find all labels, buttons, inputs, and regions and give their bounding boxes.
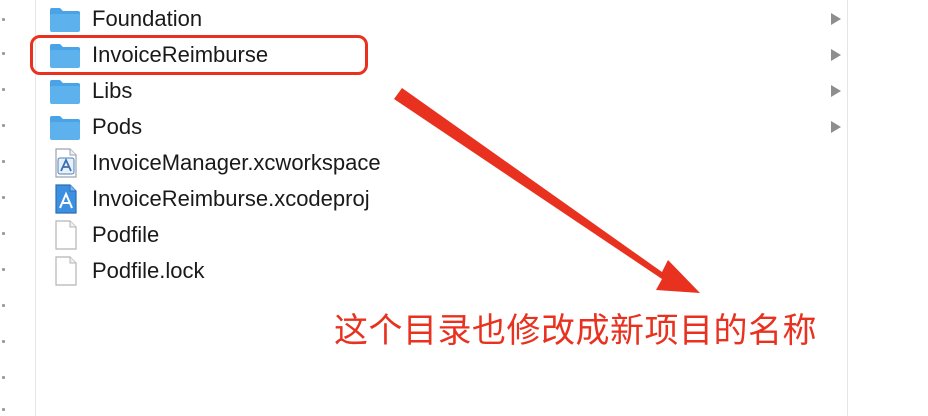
- annotation-arrow: [394, 88, 700, 293]
- annotation-text: 这个目录也修改成新项目的名称: [334, 312, 817, 350]
